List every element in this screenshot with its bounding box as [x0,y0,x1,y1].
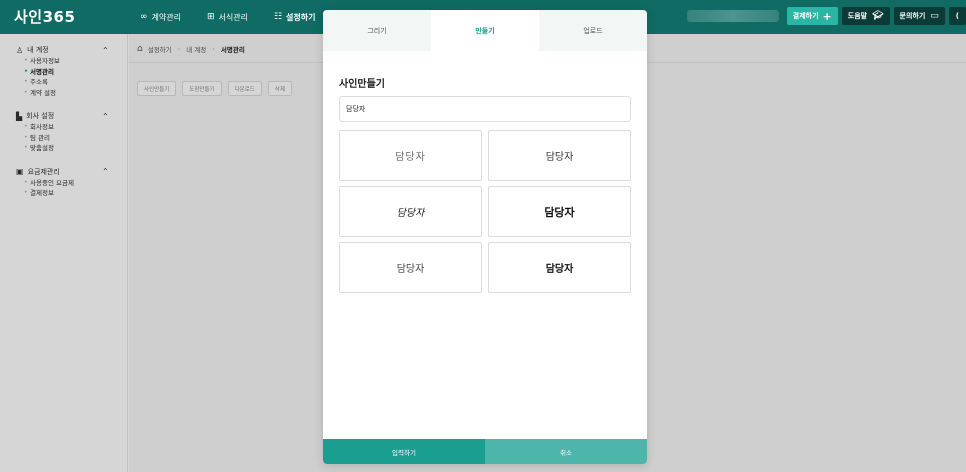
chevron-up-icon: ⌃ [102,167,109,176]
breadcrumb: ⌂ 설정하기 › 내 계정 › 서명관리 [137,44,245,54]
billing-icon: ▣ [16,167,24,176]
user-icon: ♙ [16,45,24,55]
signature-option-2[interactable]: 담당자 [488,130,631,181]
sidebar-group-account: ♙ 내 계정 ⌃ 사용자정보 서명관리 주소록 계약 설정 [0,44,127,98]
top-right-actions: 결제하기 + 도움말 🎓︎ 문의하기 ▭ ( [686,7,966,25]
breadcrumb-item[interactable]: 설정하기 [148,44,172,54]
sidebar-item-address-book[interactable]: 주소록 [0,77,127,88]
graduation-cap-icon: 🎓︎ [872,11,884,21]
guide-button-label: 도움말 [847,12,868,20]
modal-footer: 입력하기 취소 [323,439,647,464]
sidebar-group-account-header[interactable]: ♙ 내 계정 ⌃ [0,44,127,56]
sidebar-item-team[interactable]: 팀 관리 [0,133,127,144]
extra-button-label: ( [955,12,959,20]
signature-actions: 사인만들기 도장만들기 다운로드 삭제 [137,81,298,96]
chevron-up-icon: ⌃ [102,111,109,121]
sliders-icon: ☷ [273,12,283,22]
chevron-up-icon: ⌃ [102,45,109,55]
confirm-button[interactable]: 입력하기 [323,439,485,464]
sidebar-group-title: 내 계정 [27,46,49,54]
sidebar-item-current-plan[interactable]: 사용중인 요금제 [0,178,127,189]
nav-settings[interactable]: ☷ 설정하기 [274,12,316,23]
chat-icon: ▭ [930,11,939,21]
create-sign-button[interactable]: 사인만들기 [137,81,177,96]
tab-draw[interactable]: 그리기 [323,10,431,51]
nav-forms-label: 서식관리 [218,12,248,22]
nav-settings-label: 설정하기 [286,12,316,22]
signature-option-6[interactable]: 담당자 [488,242,631,293]
sidebar-item-user-info[interactable]: 사용자정보 [0,56,127,67]
sidebar-group-billing: ▣ 요금제관리 ⌃ 사용중인 요금제 결제정보 [0,166,127,199]
sidebar-item-signature[interactable]: 서명관리 [0,67,127,78]
inquiry-button[interactable]: 문의하기 ▭ [893,7,945,25]
sidebar-item-payment-info[interactable]: 결제정보 [0,188,127,199]
signature-option-1[interactable]: 담당자 [339,130,482,181]
sidebar-item-custom-settings[interactable]: 맞춤설정 [0,143,127,154]
link-icon: ∞ [140,12,148,22]
sidebar-group-billing-header[interactable]: ▣ 요금제관리 ⌃ [0,166,127,178]
app-logo[interactable]: 사인365 [14,6,75,27]
cancel-button[interactable]: 취소 [485,439,647,464]
signature-name-input[interactable] [339,96,631,122]
inquiry-button-label: 문의하기 [899,12,926,20]
modal-tabs: 그리기 만들기 업로드 [323,10,647,51]
sidebar-group-title: 회사 설정 [26,112,55,120]
grid-icon: ⊞ [206,12,215,22]
breadcrumb-item[interactable]: 내 계정 [186,44,206,54]
breadcrumb-current: 서명관리 [220,46,245,54]
nav-contracts[interactable]: ∞ 계약관리 [140,12,181,23]
sidebar-group-company: ▙ 회사 설정 ⌃ 회사정보 팀 관리 맞춤설정 [0,110,127,154]
sidebar-item-contract-settings[interactable]: 계약 설정 [0,88,127,99]
home-icon[interactable]: ⌂ [137,44,143,54]
signature-option-3[interactable]: 담당자 [339,186,482,237]
signature-modal: 그리기 만들기 업로드 사인만들기 담당자 담당자 담당자 담당자 담당자 담당… [323,10,647,464]
pay-button-label: 결제하기 [792,12,819,20]
tab-create[interactable]: 만들기 [431,10,539,51]
chevron-right-icon: › [177,45,181,53]
account-info-blurred [686,10,779,22]
sidebar: ♙ 내 계정 ⌃ 사용자정보 서명관리 주소록 계약 설정 ▙ 회사 설정 ⌃ … [0,34,128,472]
pay-button[interactable]: 결제하기 + [786,7,838,25]
create-stamp-button[interactable]: 도장만들기 [182,81,222,96]
extra-button[interactable]: ( [948,7,966,25]
building-icon: ▙ [16,111,23,121]
sidebar-item-company-info[interactable]: 회사정보 [0,122,127,133]
chevron-right-icon: › [212,45,215,53]
modal-title: 사인만들기 [339,79,385,90]
plus-icon: + [822,9,832,23]
signature-options: 담당자 담당자 담당자 담당자 담당자 담당자 [339,130,631,293]
main-nav: ∞ 계약관리 ⊞ 서식관리 ☷ 설정하기 [140,0,341,34]
nav-contracts-label: 계약관리 [151,12,181,22]
signature-option-4[interactable]: 담당자 [488,186,631,237]
nav-forms[interactable]: ⊞ 서식관리 [207,12,248,23]
sidebar-group-company-header[interactable]: ▙ 회사 설정 ⌃ [0,110,127,122]
guide-button[interactable]: 도움말 🎓︎ [841,7,890,25]
tab-upload[interactable]: 업로드 [539,10,647,51]
sidebar-group-title: 요금제관리 [27,167,60,176]
download-button[interactable]: 다운로드 [227,81,262,96]
signature-option-5[interactable]: 담당자 [339,242,482,293]
delete-button[interactable]: 삭제 [267,81,292,96]
